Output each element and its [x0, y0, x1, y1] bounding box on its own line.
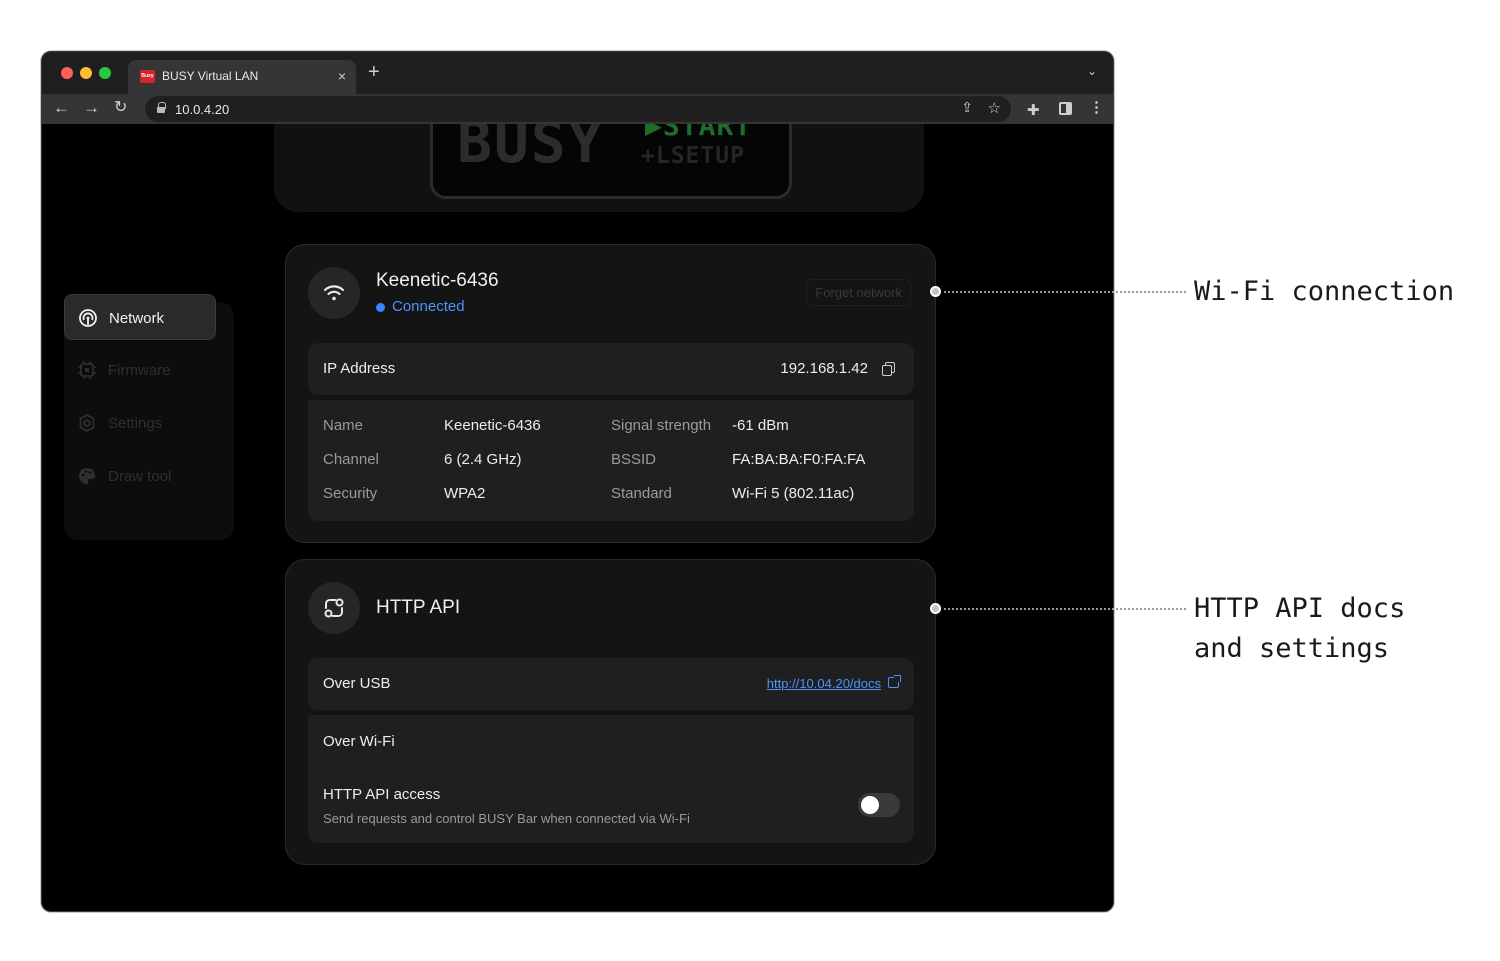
device-screen: BUSY ▶START +LSETUP [430, 124, 792, 199]
name-value: Keenetic-6436 [444, 417, 541, 434]
bssid-value: FA:BA:BA:F0:FA:FA [732, 451, 866, 468]
http-api-access-toggle[interactable] [858, 793, 900, 817]
standard-label: Standard [611, 485, 672, 502]
connection-status: Connected [392, 298, 465, 315]
sidebar-item-label: Settings [108, 415, 163, 432]
chip-icon [78, 361, 96, 379]
lock-icon [157, 102, 166, 113]
over-wifi-label: Over Wi-Fi [323, 733, 395, 750]
new-tab-button[interactable]: + [368, 61, 380, 84]
sidebar-item-network[interactable]: Network [64, 294, 216, 340]
palette-icon [79, 468, 95, 484]
ip-address-value: 192.168.1.42 [780, 360, 868, 377]
tab-close-icon[interactable]: × [338, 68, 346, 84]
url-text[interactable]: 10.0.4.20 [175, 102, 229, 117]
reload-icon[interactable]: ↻ [114, 98, 127, 118]
api-annotation-dot [930, 603, 941, 614]
wifi-icon-wrap [308, 267, 360, 319]
share-icon[interactable]: ⇪ [961, 99, 973, 116]
wifi-connection-card: Keenetic-6436 Connected Forget network I… [285, 244, 936, 543]
sidebar-item-label: Draw tool [108, 468, 172, 485]
device-busy-text: BUSY [457, 124, 605, 176]
back-arrow-icon[interactable]: ← [53, 98, 70, 118]
over-usb-label: Over USB [323, 675, 391, 692]
channel-label: Channel [323, 451, 379, 468]
api-icon [324, 598, 344, 618]
security-label: Security [323, 485, 378, 502]
bssid-label: BSSID [611, 451, 657, 468]
security-value: WPA2 [444, 485, 486, 502]
network-icon [79, 309, 97, 327]
browser-tab[interactable]: Busy BUSY Virtual LAN × [128, 60, 356, 94]
extensions-icon[interactable]: ✚ [1027, 101, 1040, 119]
gear-icon [79, 413, 95, 433]
api-annotation-text-line1: HTTP API docs [1194, 593, 1406, 624]
ip-address-row: IP Address 192.168.1.42 [308, 343, 914, 395]
signal-strength-value: -61 dBm [732, 417, 789, 434]
maximize-window-button[interactable] [99, 67, 111, 79]
close-window-button[interactable] [61, 67, 73, 79]
bookmark-star-icon[interactable]: ☆ [988, 99, 1001, 117]
api-annotation-text-line2: and settings [1194, 633, 1390, 664]
sidebar-item-draw-tool[interactable]: Draw tool [64, 453, 216, 499]
sidebar-item-label: Firmware [108, 362, 171, 379]
standard-value: Wi-Fi 5 (802.11ac) [732, 485, 855, 502]
over-wifi-panel: Over Wi-Fi HTTP API access Send requests… [308, 715, 914, 843]
api-annotation-line [944, 608, 1186, 610]
api-docs-link[interactable]: http://10.04.20/docs [767, 676, 881, 691]
http-api-title: HTTP API [376, 597, 461, 618]
side-panel-icon[interactable] [1059, 102, 1072, 115]
http-api-access-description: Send requests and control BUSY Bar when … [323, 811, 690, 826]
page-viewport: BUSY ▶START +LSETUP Network Firmware Set… [42, 124, 1113, 911]
sidebar-item-settings[interactable]: Settings [64, 400, 216, 446]
wifi-annotation-text: Wi-Fi connection [1194, 276, 1455, 307]
channel-value: 6 (2.4 GHz) [444, 451, 522, 468]
forget-network-button[interactable]: Forget network [806, 279, 911, 306]
wifi-annotation-line [944, 291, 1186, 293]
device-setup-text: +LSETUP [641, 143, 745, 169]
http-api-access-label: HTTP API access [323, 786, 441, 803]
sidebar-item-label: Network [109, 310, 165, 327]
browser-menu-icon[interactable]: ⋮ [1089, 98, 1104, 116]
network-name: Keenetic-6436 [376, 270, 499, 291]
address-bar[interactable]: 10.0.4.20 ⇪ ☆ [145, 96, 1011, 122]
wifi-icon [323, 285, 345, 301]
connected-status-dot [376, 303, 385, 312]
busy-bar-device: BUSY ▶START +LSETUP [274, 124, 924, 212]
sidebar-item-firmware[interactable]: Firmware [64, 347, 216, 393]
ip-address-label: IP Address [323, 360, 396, 377]
favicon-icon: Busy [140, 70, 155, 83]
api-icon-wrap [308, 582, 360, 634]
network-details-panel: Name Keenetic-6436 Channel 6 (2.4 GHz) S… [308, 400, 914, 521]
name-label: Name [323, 417, 364, 434]
minimize-window-button[interactable] [80, 67, 92, 79]
external-link-icon[interactable] [888, 675, 901, 688]
wifi-annotation-dot [930, 286, 941, 297]
signal-strength-label: Signal strength [611, 417, 712, 434]
toggle-knob [861, 796, 879, 814]
browser-toolbar: ← → ↻ 10.0.4.20 ⇪ ☆ ✚ ⋮ [42, 94, 1113, 124]
browser-window: Busy BUSY Virtual LAN × + ⌄ ← → ↻ 10.0.4… [41, 51, 1114, 912]
sidebar: Network Firmware Settings Draw tool [64, 294, 234, 540]
device-start-text: ▶START [645, 124, 753, 142]
tab-title: BUSY Virtual LAN [162, 69, 259, 83]
tab-bar: Busy BUSY Virtual LAN × + ⌄ [42, 52, 1113, 94]
copy-icon[interactable] [882, 362, 895, 376]
tab-search-icon[interactable]: ⌄ [1087, 64, 1097, 78]
over-usb-row: Over USB http://10.04.20/docs [308, 658, 914, 710]
forward-arrow-icon[interactable]: → [83, 98, 100, 118]
http-api-card: HTTP API Over USB http://10.04.20/docs O… [285, 559, 936, 865]
